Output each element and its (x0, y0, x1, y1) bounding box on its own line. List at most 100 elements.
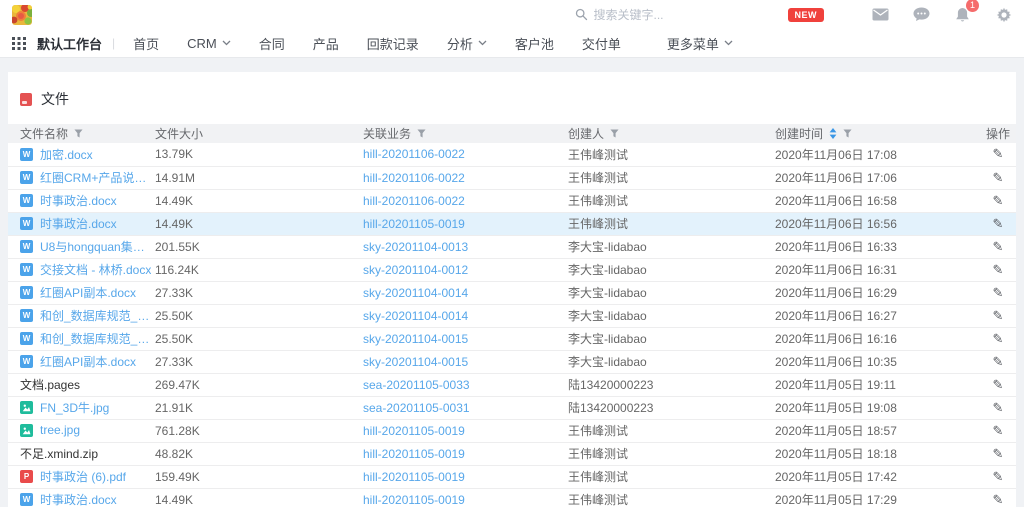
related-business-link[interactable]: sky-20201104-0013 (363, 240, 468, 254)
edit-icon[interactable]: ✎ (993, 469, 1004, 485)
new-badge[interactable]: NEW (788, 8, 825, 22)
sort-icon[interactable] (829, 128, 837, 139)
file-table-body: W加密.docx13.79Khill-20201106-0022王伟峰测试202… (8, 143, 1016, 507)
table-row[interactable]: W红圈API副本.docx27.33Ksky-20201104-0014李大宝-… (8, 281, 1016, 304)
nav-item-合同[interactable]: 合同 (245, 29, 299, 57)
table-row[interactable]: W交接文档 - 林桥.docx116.24Ksky-20201104-0012李… (8, 258, 1016, 281)
table-row[interactable]: W和创_数据库规范_20171124.doc25.50Ksky-20201104… (8, 304, 1016, 327)
edit-icon[interactable]: ✎ (993, 331, 1004, 347)
file-name-link[interactable]: 时事政治.docx (40, 192, 117, 209)
search-input[interactable] (594, 8, 744, 22)
column-header[interactable]: 关联业务 (363, 124, 568, 143)
creator: 李大宝-lidabao (568, 240, 647, 254)
edit-icon[interactable]: ✎ (993, 492, 1004, 507)
edit-icon[interactable]: ✎ (993, 423, 1004, 439)
related-business-link[interactable]: hill-20201105-0019 (363, 424, 465, 438)
app-logo[interactable] (12, 5, 32, 25)
edit-icon[interactable]: ✎ (993, 446, 1004, 462)
related-business-link[interactable]: sea-20201105-0033 (363, 378, 470, 392)
column-label: 创建人 (568, 125, 604, 142)
bell-icon[interactable]: 1 (954, 6, 971, 23)
file-name-link[interactable]: FN_3D牛.jpg (40, 399, 109, 416)
column-label: 创建时间 (775, 125, 823, 142)
edit-icon[interactable]: ✎ (993, 285, 1004, 301)
edit-icon[interactable]: ✎ (993, 354, 1004, 370)
nav-item-首页[interactable]: 首页 (119, 29, 173, 57)
workspace-switcher[interactable]: 默认工作台 (37, 34, 102, 53)
related-business-link[interactable]: sky-20201104-0014 (363, 286, 468, 300)
search-box[interactable] (575, 8, 760, 22)
file-name-link[interactable]: 加密.docx (40, 146, 93, 163)
related-business-link[interactable]: hill-20201106-0022 (363, 194, 465, 208)
related-business-link[interactable]: hill-20201105-0019 (363, 470, 465, 484)
edit-icon[interactable]: ✎ (993, 308, 1004, 324)
file-name-link[interactable]: 时事政治 (6).pdf (40, 468, 126, 485)
related-business-link[interactable]: sky-20201104-0015 (363, 332, 468, 346)
file-name-link[interactable]: 时事政治.docx (40, 215, 117, 232)
related-business-link[interactable]: sky-20201104-0015 (363, 355, 468, 369)
table-row[interactable]: W和创_数据库规范_20171124.doc25.50Ksky-20201104… (8, 327, 1016, 350)
file-name-link[interactable]: tree.jpg (40, 423, 80, 437)
file-name-link[interactable]: 红圈CRM+产品说明201901_前端... (40, 169, 155, 186)
filter-icon[interactable] (417, 129, 426, 138)
file-name-link[interactable]: 红圈API副本.docx (40, 353, 136, 370)
related-business-link[interactable]: sea-20201105-0031 (363, 401, 470, 415)
column-header[interactable]: 创建时间 (775, 124, 980, 143)
filter-icon[interactable] (610, 129, 619, 138)
table-row[interactable]: P时事政治 (6).pdf159.49Khill-20201105-0019王伟… (8, 465, 1016, 488)
edit-icon[interactable]: ✎ (993, 216, 1004, 232)
word-file-icon: W (20, 263, 33, 276)
related-business-link[interactable]: sky-20201104-0012 (363, 263, 468, 277)
table-row[interactable]: WU8与hongquan集成方案.docx201.55Ksky-20201104… (8, 235, 1016, 258)
file-size: 21.91K (155, 401, 193, 415)
file-name-link[interactable]: 和创_数据库规范_20171124.doc (40, 307, 155, 324)
file-name-link[interactable]: 红圈API副本.docx (40, 284, 136, 301)
mail-icon[interactable] (872, 6, 889, 23)
nav-item-产品[interactable]: 产品 (299, 29, 353, 57)
nav-item-分析[interactable]: 分析 (433, 29, 501, 57)
related-business-link[interactable]: hill-20201105-0019 (363, 217, 465, 231)
table-row[interactable]: W加密.docx13.79Khill-20201106-0022王伟峰测试202… (8, 143, 1016, 166)
file-name-link[interactable]: U8与hongquan集成方案.docx (40, 238, 155, 255)
gear-icon[interactable] (995, 6, 1012, 23)
table-row[interactable]: tree.jpg761.28Khill-20201105-0019王伟峰测试20… (8, 419, 1016, 442)
related-business-link[interactable]: hill-20201106-0022 (363, 147, 465, 161)
filter-icon[interactable] (843, 129, 852, 138)
nav-item-更多菜单[interactable]: 更多菜单 (653, 29, 747, 57)
related-business-link[interactable]: hill-20201106-0022 (363, 171, 465, 185)
related-business-link[interactable]: sky-20201104-0014 (363, 309, 468, 323)
edit-icon[interactable]: ✎ (993, 239, 1004, 255)
table-row[interactable]: W红圈API副本.docx27.33Ksky-20201104-0015李大宝-… (8, 350, 1016, 373)
table-row[interactable]: 不足.xmind.zip48.82Khill-20201105-0019王伟峰测… (8, 442, 1016, 465)
search-icon (575, 8, 588, 21)
navbar: 默认工作台 | 首页CRM合同产品回款记录分析客户池交付单更多菜单 (0, 29, 1024, 58)
edit-icon[interactable]: ✎ (993, 146, 1004, 162)
created-time: 2020年11月05日 17:42 (775, 470, 897, 484)
chat-icon[interactable] (913, 6, 930, 23)
table-row[interactable]: W时事政治.docx14.49Khill-20201106-0022王伟峰测试2… (8, 189, 1016, 212)
nav-item-客户池[interactable]: 客户池 (501, 29, 568, 57)
table-row[interactable]: W时事政治.docx14.49Khill-20201105-0019王伟峰测试2… (8, 212, 1016, 235)
nav-item-交付单[interactable]: 交付单 (568, 29, 635, 57)
related-business-link[interactable]: hill-20201105-0019 (363, 447, 465, 461)
apps-grid-icon[interactable] (12, 36, 27, 51)
column-header[interactable]: 文件名称 (8, 124, 155, 143)
table-row[interactable]: W时事政治.docx14.49Khill-20201105-0019王伟峰测试2… (8, 488, 1016, 507)
related-business-link[interactable]: hill-20201105-0019 (363, 493, 465, 507)
nav-item-CRM[interactable]: CRM (173, 29, 245, 57)
file-name-link[interactable]: 时事政治.docx (40, 491, 117, 507)
edit-icon[interactable]: ✎ (993, 400, 1004, 416)
nav-item-回款记录[interactable]: 回款记录 (353, 29, 433, 57)
file-name-link[interactable]: 和创_数据库规范_20171124.doc (40, 330, 155, 347)
table-row[interactable]: W红圈CRM+产品说明201901_前端...14.91Mhill-202011… (8, 166, 1016, 189)
edit-icon[interactable]: ✎ (993, 170, 1004, 186)
filter-icon[interactable] (74, 129, 83, 138)
edit-icon[interactable]: ✎ (993, 377, 1004, 393)
creator: 李大宝-lidabao (568, 286, 647, 300)
file-name-link[interactable]: 交接文档 - 林桥.docx (40, 261, 151, 278)
table-row[interactable]: 文档.pages269.47Ksea-20201105-0033陆1342000… (8, 373, 1016, 396)
edit-icon[interactable]: ✎ (993, 262, 1004, 278)
edit-icon[interactable]: ✎ (993, 193, 1004, 209)
column-header[interactable]: 创建人 (568, 124, 775, 143)
table-row[interactable]: FN_3D牛.jpg21.91Ksea-20201105-0031陆134200… (8, 396, 1016, 419)
